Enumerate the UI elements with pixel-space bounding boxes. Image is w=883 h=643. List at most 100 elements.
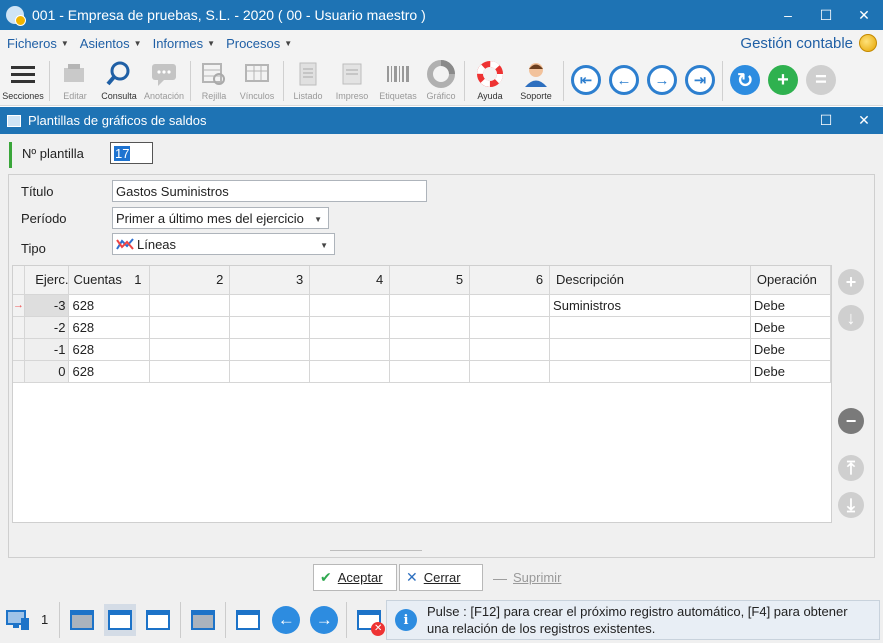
col-header-descripcion[interactable]: Descripción: [549, 266, 751, 295]
last-record-icon[interactable]: ⇥: [685, 65, 715, 95]
periodo-select[interactable]: Primer a último mes del ejercicio ▼: [112, 207, 329, 229]
table-row[interactable]: -2 628 Debe: [13, 316, 832, 339]
secciones-button[interactable]: Secciones: [0, 56, 46, 106]
vinculos-button[interactable]: Vínculos: [234, 56, 280, 106]
col-header-5[interactable]: 5: [389, 266, 471, 295]
refresh-icon[interactable]: ↻: [730, 65, 760, 95]
ejerc-cell[interactable]: -1: [24, 338, 70, 361]
grafico-button[interactable]: Gráfico: [421, 56, 461, 106]
editar-button[interactable]: Editar: [53, 56, 97, 106]
cuenta6-cell[interactable]: [469, 360, 551, 383]
operacion-cell[interactable]: Debe: [750, 316, 832, 339]
cuenta3-cell[interactable]: [229, 294, 311, 317]
dialog-close-button[interactable]: ✕: [845, 106, 883, 136]
first-record-icon[interactable]: ⇤: [571, 65, 601, 95]
cuenta4-cell[interactable]: [309, 360, 391, 383]
accounts-grid[interactable]: Ejerc. Cuentas 1 2 3 4 5 6 Descripción Op…: [12, 265, 832, 523]
rejilla-button[interactable]: Rejilla: [194, 56, 234, 106]
module-title[interactable]: Gestión contable: [740, 35, 853, 52]
close-window-icon[interactable]: ✕: [353, 604, 386, 636]
descripcion-cell[interactable]: [549, 338, 751, 361]
ejerc-cell[interactable]: -2: [24, 316, 70, 339]
previous-record-icon[interactable]: ←: [609, 65, 639, 95]
cuenta6-cell[interactable]: [469, 316, 551, 339]
col-header-4[interactable]: 4: [309, 266, 391, 295]
col-header-2[interactable]: 2: [149, 266, 231, 295]
col-header-ejerc[interactable]: Ejerc.: [24, 266, 70, 295]
table-row[interactable]: -1 628 Debe: [13, 338, 832, 361]
next-record-icon[interactable]: →: [647, 65, 677, 95]
table-row[interactable]: 0 628 Debe: [13, 360, 832, 383]
consulta-button[interactable]: Consulta: [97, 56, 141, 106]
cuenta5-cell[interactable]: [389, 338, 471, 361]
cuenta2-cell[interactable]: [149, 294, 231, 317]
aceptar-button[interactable]: ✔ Aceptar: [313, 564, 397, 591]
operacion-cell[interactable]: Debe: [750, 338, 832, 361]
remove-row-icon[interactable]: −: [838, 408, 864, 434]
menu-informes[interactable]: Informes ▼: [153, 36, 216, 51]
cuenta-cell[interactable]: 628: [68, 360, 151, 383]
anotacion-button[interactable]: Anotación: [141, 56, 187, 106]
tipo-select[interactable]: Líneas ▼: [112, 233, 335, 255]
move-down-icon[interactable]: ↓: [838, 305, 864, 331]
window-settings-icon[interactable]: [187, 604, 219, 636]
cerrar-button[interactable]: ✕ Cerrar: [399, 564, 483, 591]
window-gray-icon[interactable]: [66, 604, 98, 636]
soporte-button[interactable]: Soporte: [512, 56, 560, 106]
listado-button[interactable]: Listado: [287, 56, 329, 106]
cuenta-cell[interactable]: 628: [68, 316, 151, 339]
cuenta-cell[interactable]: 628: [68, 338, 151, 361]
cuenta3-cell[interactable]: [229, 338, 311, 361]
operacion-cell[interactable]: Debe: [750, 294, 832, 317]
cuenta6-cell[interactable]: [469, 294, 551, 317]
window-cascade-icon[interactable]: [232, 604, 264, 636]
descripcion-cell[interactable]: [549, 360, 751, 383]
descripcion-cell[interactable]: Suministros: [549, 294, 751, 317]
col-header-3[interactable]: 3: [229, 266, 311, 295]
operacion-cell[interactable]: Debe: [750, 360, 832, 383]
dialog-maximize-button[interactable]: ☐: [807, 106, 845, 136]
suprimir-button[interactable]: — Suprimir: [487, 564, 571, 591]
move-bottom-icon[interactable]: ⤓: [838, 492, 864, 518]
etiquetas-button[interactable]: Etiquetas: [375, 56, 421, 106]
col-header-6[interactable]: 6: [469, 266, 551, 295]
cuenta2-cell[interactable]: [149, 338, 231, 361]
cuenta5-cell[interactable]: [389, 316, 471, 339]
cuenta2-cell[interactable]: [149, 360, 231, 383]
menu-procesos[interactable]: Procesos ▼: [226, 36, 292, 51]
ayuda-button[interactable]: Ayuda: [468, 56, 512, 106]
move-top-icon[interactable]: ⤒: [838, 455, 864, 481]
cuenta4-cell[interactable]: [309, 316, 391, 339]
titulo-input[interactable]: Gastos Suministros: [112, 180, 427, 202]
cuenta3-cell[interactable]: [229, 316, 311, 339]
col-header-operacion[interactable]: Operación: [750, 266, 832, 295]
delete-record-icon[interactable]: =: [806, 65, 836, 95]
ejerc-cell[interactable]: 0: [24, 360, 70, 383]
close-button[interactable]: ✕: [845, 0, 883, 30]
resize-grip[interactable]: [330, 550, 422, 551]
previous-window-icon[interactable]: ←: [270, 604, 302, 636]
cuenta3-cell[interactable]: [229, 360, 311, 383]
impreso-button[interactable]: Impreso: [329, 56, 375, 106]
add-row-icon[interactable]: +: [838, 269, 864, 295]
minimize-button[interactable]: –: [769, 0, 807, 30]
window-back-icon[interactable]: [104, 603, 137, 636]
descripcion-cell[interactable]: [549, 316, 751, 339]
cuenta2-cell[interactable]: [149, 316, 231, 339]
add-record-icon[interactable]: +: [768, 65, 798, 95]
next-window-icon[interactable]: →: [308, 604, 340, 636]
cuenta6-cell[interactable]: [469, 338, 551, 361]
maximize-button[interactable]: ☐: [807, 0, 845, 30]
coin-icon[interactable]: [859, 34, 877, 52]
menu-asientos[interactable]: Asientos ▼: [80, 36, 142, 51]
cuenta-cell[interactable]: 628: [68, 294, 151, 317]
cuenta5-cell[interactable]: [389, 294, 471, 317]
desktop-icon[interactable]: [2, 604, 34, 636]
window-up-icon[interactable]: [142, 604, 174, 636]
menu-ficheros[interactable]: Ficheros ▼: [7, 36, 69, 51]
cuenta4-cell[interactable]: [309, 338, 391, 361]
table-row[interactable]: → -3 628 Suministros Debe: [13, 294, 832, 317]
cuenta5-cell[interactable]: [389, 360, 471, 383]
col-header-cuentas[interactable]: Cuentas 1: [68, 266, 151, 295]
ejerc-cell[interactable]: -3: [24, 294, 70, 317]
